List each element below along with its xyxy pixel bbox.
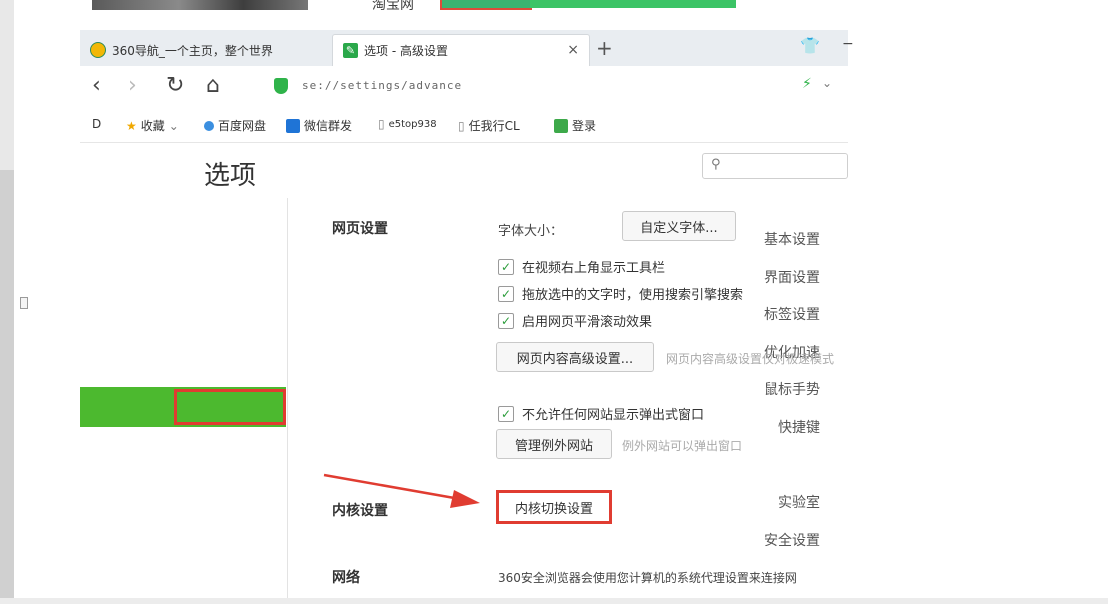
checkbox-label: 启用网页平滑滚动效果 [522,315,653,330]
drag-handle[interactable] [20,297,28,309]
home-icon[interactable]: ⌂ [206,74,220,98]
outer-frame-left-shade [0,170,14,604]
sidebar-item-shortcuts[interactable]: 快捷键 [778,417,820,437]
exceptions-hint: 例外网站可以弹出窗口 [622,439,743,453]
page-icon: ▯ [378,117,385,131]
bookmark-label: 百度网盘 [218,119,267,133]
advanced-content-settings-button[interactable]: 网页内容高级设置... [496,342,654,372]
checkbox[interactable]: ✓ [498,258,514,275]
lightning-icon[interactable]: ⚡ [802,76,812,92]
sidebar-item-label: 高级设置 [764,400,820,416]
arrow-shaft [323,473,461,501]
settings-page: 选项 ⚲ 基本设置 界面设置 标签设置 优化加速 鼠标手势 快捷键 高级设置 实… [80,143,848,598]
font-size-label: 字体大小： [498,224,564,239]
strip-green-button[interactable] [530,0,736,8]
checkbox-row[interactable]: ✓ 不允许任何网站显示弹出式窗口 [498,404,704,423]
network-description: 360安全浏览器会使用您计算机的系统代理设置来连接网 [498,571,797,585]
settings-wrench-icon: ✎ [343,43,358,58]
url-input[interactable]: se://settings/advance [302,79,462,92]
cloud-icon [204,120,214,131]
tab-bar: 360导航_一个主页，整个世界 ✎ 选项 - 高级设置 × + 👕 − [80,30,854,66]
sidebar-item-security[interactable]: 安全设置 [764,530,820,550]
outer-frame-right [848,30,1108,598]
close-icon[interactable]: × [567,42,579,58]
bookmark-wechat[interactable]: 微信群发 [286,117,352,134]
bookmark-label: 收藏 [140,119,165,133]
address-bar: ‹ › ↻ ⌂ se://settings/advance ⚡ ⌄ [80,66,848,108]
360-logo-icon [90,42,106,58]
checkbox-row[interactable]: ✓ 在视频右上角显示工具栏 [498,257,665,276]
forward-icon[interactable]: › [128,74,137,98]
checkbox-row[interactable]: ✓ 启用网页平滑滚动效果 [498,311,652,330]
sidebar-item-lab[interactable]: 实验室 [778,492,820,512]
annotation-arrow [323,473,480,508]
checkbox[interactable]: ✓ [498,285,514,302]
chevron-down-icon[interactable]: ⌄ [822,76,832,90]
bookmark-favorites[interactable]: ★ 收藏 ⌄ [126,117,179,134]
checkbox-label: 不允许任何网站显示弹出式窗口 [522,408,705,423]
checkbox-label: 拖放选中的文字时，使用搜索引擎搜索 [522,288,744,303]
tab-options-advanced[interactable]: ✎ 选项 - 高级设置 × [332,34,590,66]
new-tab-icon[interactable]: + [596,36,613,60]
security-shield-icon [274,78,288,94]
bookmark-renwoxing[interactable]: ▯ 任我行CL [458,117,520,134]
checkbox[interactable]: ✓ [498,405,514,422]
page-title: 选项 [204,161,257,191]
settings-search-input[interactable]: ⚲ [702,153,848,179]
checkbox[interactable]: ✓ [498,312,514,329]
advanced-content-hint: 网页内容高级设置仅对极速模式 [666,352,835,366]
sidebar-divider [287,198,288,598]
thumbnail-image [92,0,308,10]
section-title-webpage: 网页设置 [332,221,388,237]
highlight-box [174,389,286,425]
bookmark-label: e5top938 [388,118,437,130]
login-icon [554,118,568,133]
bookmark-label: 任我行CL [468,119,520,133]
strip-text: 淘宝网 [372,0,414,13]
custom-font-button[interactable]: 自定义字体... [622,211,736,241]
wechat-icon [286,118,300,133]
bookmark-label: 登录 [572,119,597,133]
sidebar-item-mouse-gestures[interactable]: 鼠标手势 [764,379,820,399]
bookmarks-bar: D ★ 收藏 ⌄ 百度网盘 微信群发 ▯ e5top938 ▯ 任我行CL 登录 [80,108,848,143]
tab-label: 360导航_一个主页，整个世界 [112,43,273,58]
tab-360-nav[interactable]: 360导航_一个主页，整个世界 [86,34,330,66]
checkbox-label: 在视频右上角显示工具栏 [522,261,666,276]
kernel-switch-settings-button[interactable]: 内核切换设置 [496,490,612,524]
skin-shirt-icon[interactable]: 👕 [800,36,820,55]
outer-frame-bottom [0,598,1108,604]
reload-icon[interactable]: ↻ [166,74,184,98]
bookmark-baidu-pan[interactable]: 百度网盘 [204,117,266,134]
bookmark-e5top[interactable]: ▯ e5top938 [378,117,437,131]
checkbox-row[interactable]: ✓ 拖放选中的文字时，使用搜索引擎搜索 [498,284,743,303]
arrow-head [450,490,480,508]
page-icon: ▯ [458,118,465,133]
tab-label: 选项 - 高级设置 [364,44,448,58]
bookmark-login[interactable]: 登录 [554,117,596,134]
strip-highlighted-button[interactable] [440,0,532,10]
sidebar-item-tabs[interactable]: 标签设置 [764,304,820,324]
chevron-down-icon: ⌄ [168,118,179,133]
bookmark-label: 微信群发 [304,119,353,133]
sidebar-item-basic[interactable]: 基本设置 [764,229,820,249]
star-icon: ★ [126,118,137,133]
section-title-network: 网络 [332,570,360,586]
minimize-icon[interactable]: − [842,36,854,52]
search-icon: ⚲ [711,157,721,172]
manage-exceptions-button[interactable]: 管理例外网站 [496,429,612,459]
back-icon[interactable]: ‹ [92,74,101,98]
sidebar-item-interface[interactable]: 界面设置 [764,267,820,287]
bookmark-toggle-icon[interactable]: D [92,117,101,131]
